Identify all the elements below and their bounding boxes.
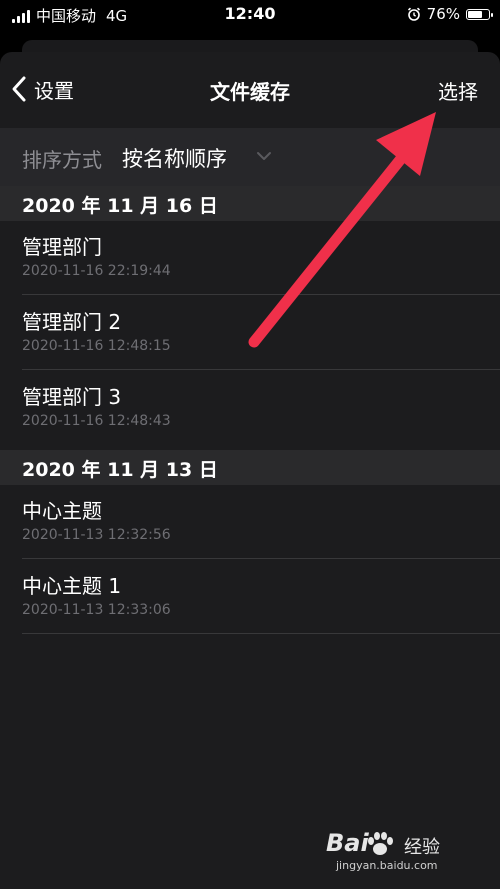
baidu-watermark: Bai 经验 jingyan.baidu.com (326, 829, 466, 877)
select-button[interactable]: 选择 (438, 76, 478, 105)
status-bar: 中国移动 4G 12:40 76% (0, 0, 500, 30)
page-title: 文件缓存 (210, 80, 290, 104)
chevron-down-icon (257, 152, 271, 160)
sort-value[interactable]: 按名称顺序 (122, 143, 227, 173)
item-title: 管理部门 (22, 235, 102, 259)
item-title: 管理部门 2 (22, 310, 122, 334)
item-timestamp: 2020-11-16 12:48:15 (22, 338, 171, 354)
battery-icon (466, 8, 493, 20)
status-right: 76% (407, 5, 493, 23)
section-header: 2020 年 11 月 13 日 (0, 450, 500, 485)
watermark-logo: Bai (326, 829, 369, 857)
sort-label: 排序方式 (22, 148, 102, 172)
paw-icon (368, 832, 393, 855)
item-title: 中心主题 1 (22, 574, 122, 598)
item-title: 管理部门 3 (22, 385, 122, 409)
item-timestamp: 2020-11-16 12:48:43 (22, 413, 171, 429)
item-timestamp: 2020-11-13 12:33:06 (22, 602, 171, 618)
section-header: 2020 年 11 月 16 日 (0, 186, 500, 221)
list-item[interactable]: 中心主题 2020-11-13 12:32:56 (0, 485, 500, 559)
item-timestamp: 2020-11-16 22:19:44 (22, 263, 171, 279)
navigation-bar: 设置 文件缓存 选择 (0, 52, 500, 128)
divider (22, 558, 500, 559)
file-cache-sheet: 设置 文件缓存 选择 排序方式 按名称顺序 2020 年 11 月 16 日 管… (0, 52, 500, 889)
battery-percent: 76% (426, 5, 460, 23)
list-item[interactable]: 管理部门 2020-11-16 22:19:44 (0, 221, 500, 295)
sort-row[interactable]: 排序方式 按名称顺序 (0, 128, 500, 186)
list-item[interactable]: 中心主题 1 2020-11-13 12:33:06 (0, 560, 500, 634)
divider (22, 294, 500, 295)
item-timestamp: 2020-11-13 12:32:56 (22, 527, 171, 543)
list-item[interactable]: 管理部门 3 2020-11-16 12:48:43 (0, 371, 500, 445)
section-date: 2020 年 11 月 16 日 (22, 195, 218, 217)
watermark-text: 经验 (404, 837, 440, 858)
divider (22, 369, 500, 370)
item-title: 中心主题 (22, 499, 102, 523)
section-date: 2020 年 11 月 13 日 (22, 459, 218, 481)
watermark-url: jingyan.baidu.com (336, 859, 438, 872)
alarm-icon (407, 7, 420, 21)
list-item[interactable]: 管理部门 2 2020-11-16 12:48:15 (0, 296, 500, 370)
divider (22, 633, 500, 634)
